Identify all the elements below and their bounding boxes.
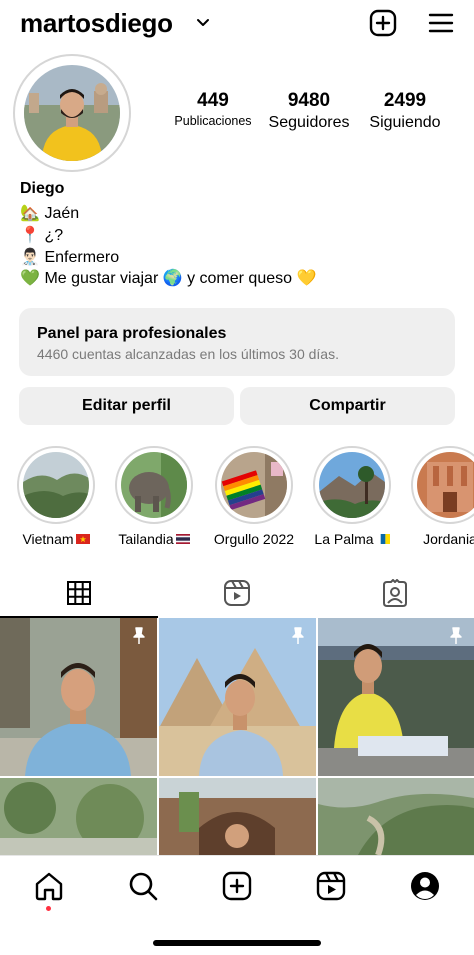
house-icon: 🏡: [20, 205, 40, 222]
chevron-down-icon[interactable]: [196, 16, 210, 30]
pinned-icon: [133, 627, 145, 644]
highlight-label: Tailandia: [110, 531, 198, 547]
green-heart-icon: 💚: [20, 270, 40, 287]
profile-avatar[interactable]: [13, 54, 131, 172]
stat-posts-label: Publicaciones: [174, 114, 252, 128]
stat-posts-value: 449: [197, 90, 229, 111]
highlight-cover: [115, 446, 193, 524]
stat-followers[interactable]: 9480 Seguidores: [262, 90, 356, 132]
stat-posts[interactable]: 449 Publicaciones: [166, 90, 260, 128]
highlight-jordania[interactable]: Jordania: [406, 446, 474, 547]
grid-post[interactable]: [159, 778, 316, 855]
tagged-icon[interactable]: [381, 579, 409, 607]
pinned-icon: [450, 627, 462, 644]
bio-line-text: ¿?: [44, 227, 64, 244]
highlight-cover: [215, 446, 293, 524]
bio-line-job: 👨🏻‍⚕️ Enfermero: [20, 247, 119, 267]
bio-line-hobbies: 💚 Me gustar viajar 🌍 y comer queso 💛: [20, 268, 316, 288]
bio-line-text: Jaén: [44, 205, 80, 222]
highlight-label: La Palma: [308, 531, 396, 547]
profile-tabs: [0, 570, 474, 618]
bio-line-text: Me gustar viajar 🌍 y comer queso 💛: [44, 270, 317, 287]
grid-icon[interactable]: [66, 580, 92, 606]
avatar-photo: [24, 65, 120, 161]
stat-following-value: 2499: [383, 90, 427, 111]
share-profile-button[interactable]: Compartir: [240, 387, 455, 425]
professional-dashboard[interactable]: Panel para profesionales 4460 cuentas al…: [19, 308, 455, 376]
profile-icon[interactable]: [409, 870, 441, 902]
grid-post[interactable]: [318, 778, 474, 855]
highlight-label: Orgullo 2022: [213, 531, 295, 547]
edit-profile-button[interactable]: Editar perfil: [19, 387, 234, 425]
thailand-flag-icon: [175, 534, 190, 544]
health-worker-icon: 👨🏻‍⚕️: [20, 249, 40, 266]
highlight-vietnam[interactable]: Vietnam: [12, 446, 100, 547]
home-indicator: [153, 940, 321, 946]
pinned-icon: [292, 627, 304, 644]
grid-post[interactable]: [318, 618, 474, 776]
bottom-navigation: [0, 855, 474, 955]
stat-followers-value: 9480: [287, 90, 331, 111]
highlight-tailandia[interactable]: Tailandia: [110, 446, 198, 547]
highlight-la-palma[interactable]: La Palma: [308, 446, 396, 547]
profile-name: Diego: [20, 180, 65, 197]
grid-post[interactable]: [0, 778, 157, 855]
highlight-cover: [313, 446, 391, 524]
home-notification-dot: [46, 906, 51, 911]
bio-line-location: 📍 ¿?: [20, 225, 63, 245]
highlight-orgullo-2022[interactable]: Orgullo 2022: [210, 446, 298, 547]
highlight-label: Jordania: [423, 531, 474, 547]
search-icon[interactable]: [127, 870, 159, 902]
menu-icon[interactable]: [426, 8, 456, 38]
profile-header: martosdiego: [0, 0, 474, 48]
highlight-cover: [17, 446, 95, 524]
stat-following[interactable]: 2499 Siguiendo: [360, 90, 450, 132]
home-icon[interactable]: [33, 870, 65, 902]
reels-icon[interactable]: [223, 579, 251, 607]
grid-post[interactable]: [159, 618, 316, 776]
highlight-label: Vietnam: [12, 531, 100, 547]
pin-icon: 📍: [20, 227, 40, 244]
stat-following-label: Siguiendo: [369, 114, 441, 131]
username-title[interactable]: martosdiego: [20, 8, 173, 39]
canary-flag-icon: [375, 534, 390, 544]
vietnam-flag-icon: [75, 534, 90, 544]
create-post-icon[interactable]: [368, 8, 398, 38]
bio-line-city: 🏡 Jaén: [20, 203, 79, 223]
grid-post[interactable]: [0, 618, 157, 776]
stat-followers-label: Seguidores: [268, 114, 350, 131]
bio-line-text: Enfermero: [44, 249, 120, 266]
create-icon[interactable]: [221, 870, 253, 902]
panel-title: Panel para profesionales: [37, 325, 227, 342]
highlight-cover: [411, 446, 474, 524]
reels-icon[interactable]: [315, 870, 347, 902]
panel-subtitle: 4460 cuentas alcanzadas en los últimos 3…: [37, 346, 339, 362]
